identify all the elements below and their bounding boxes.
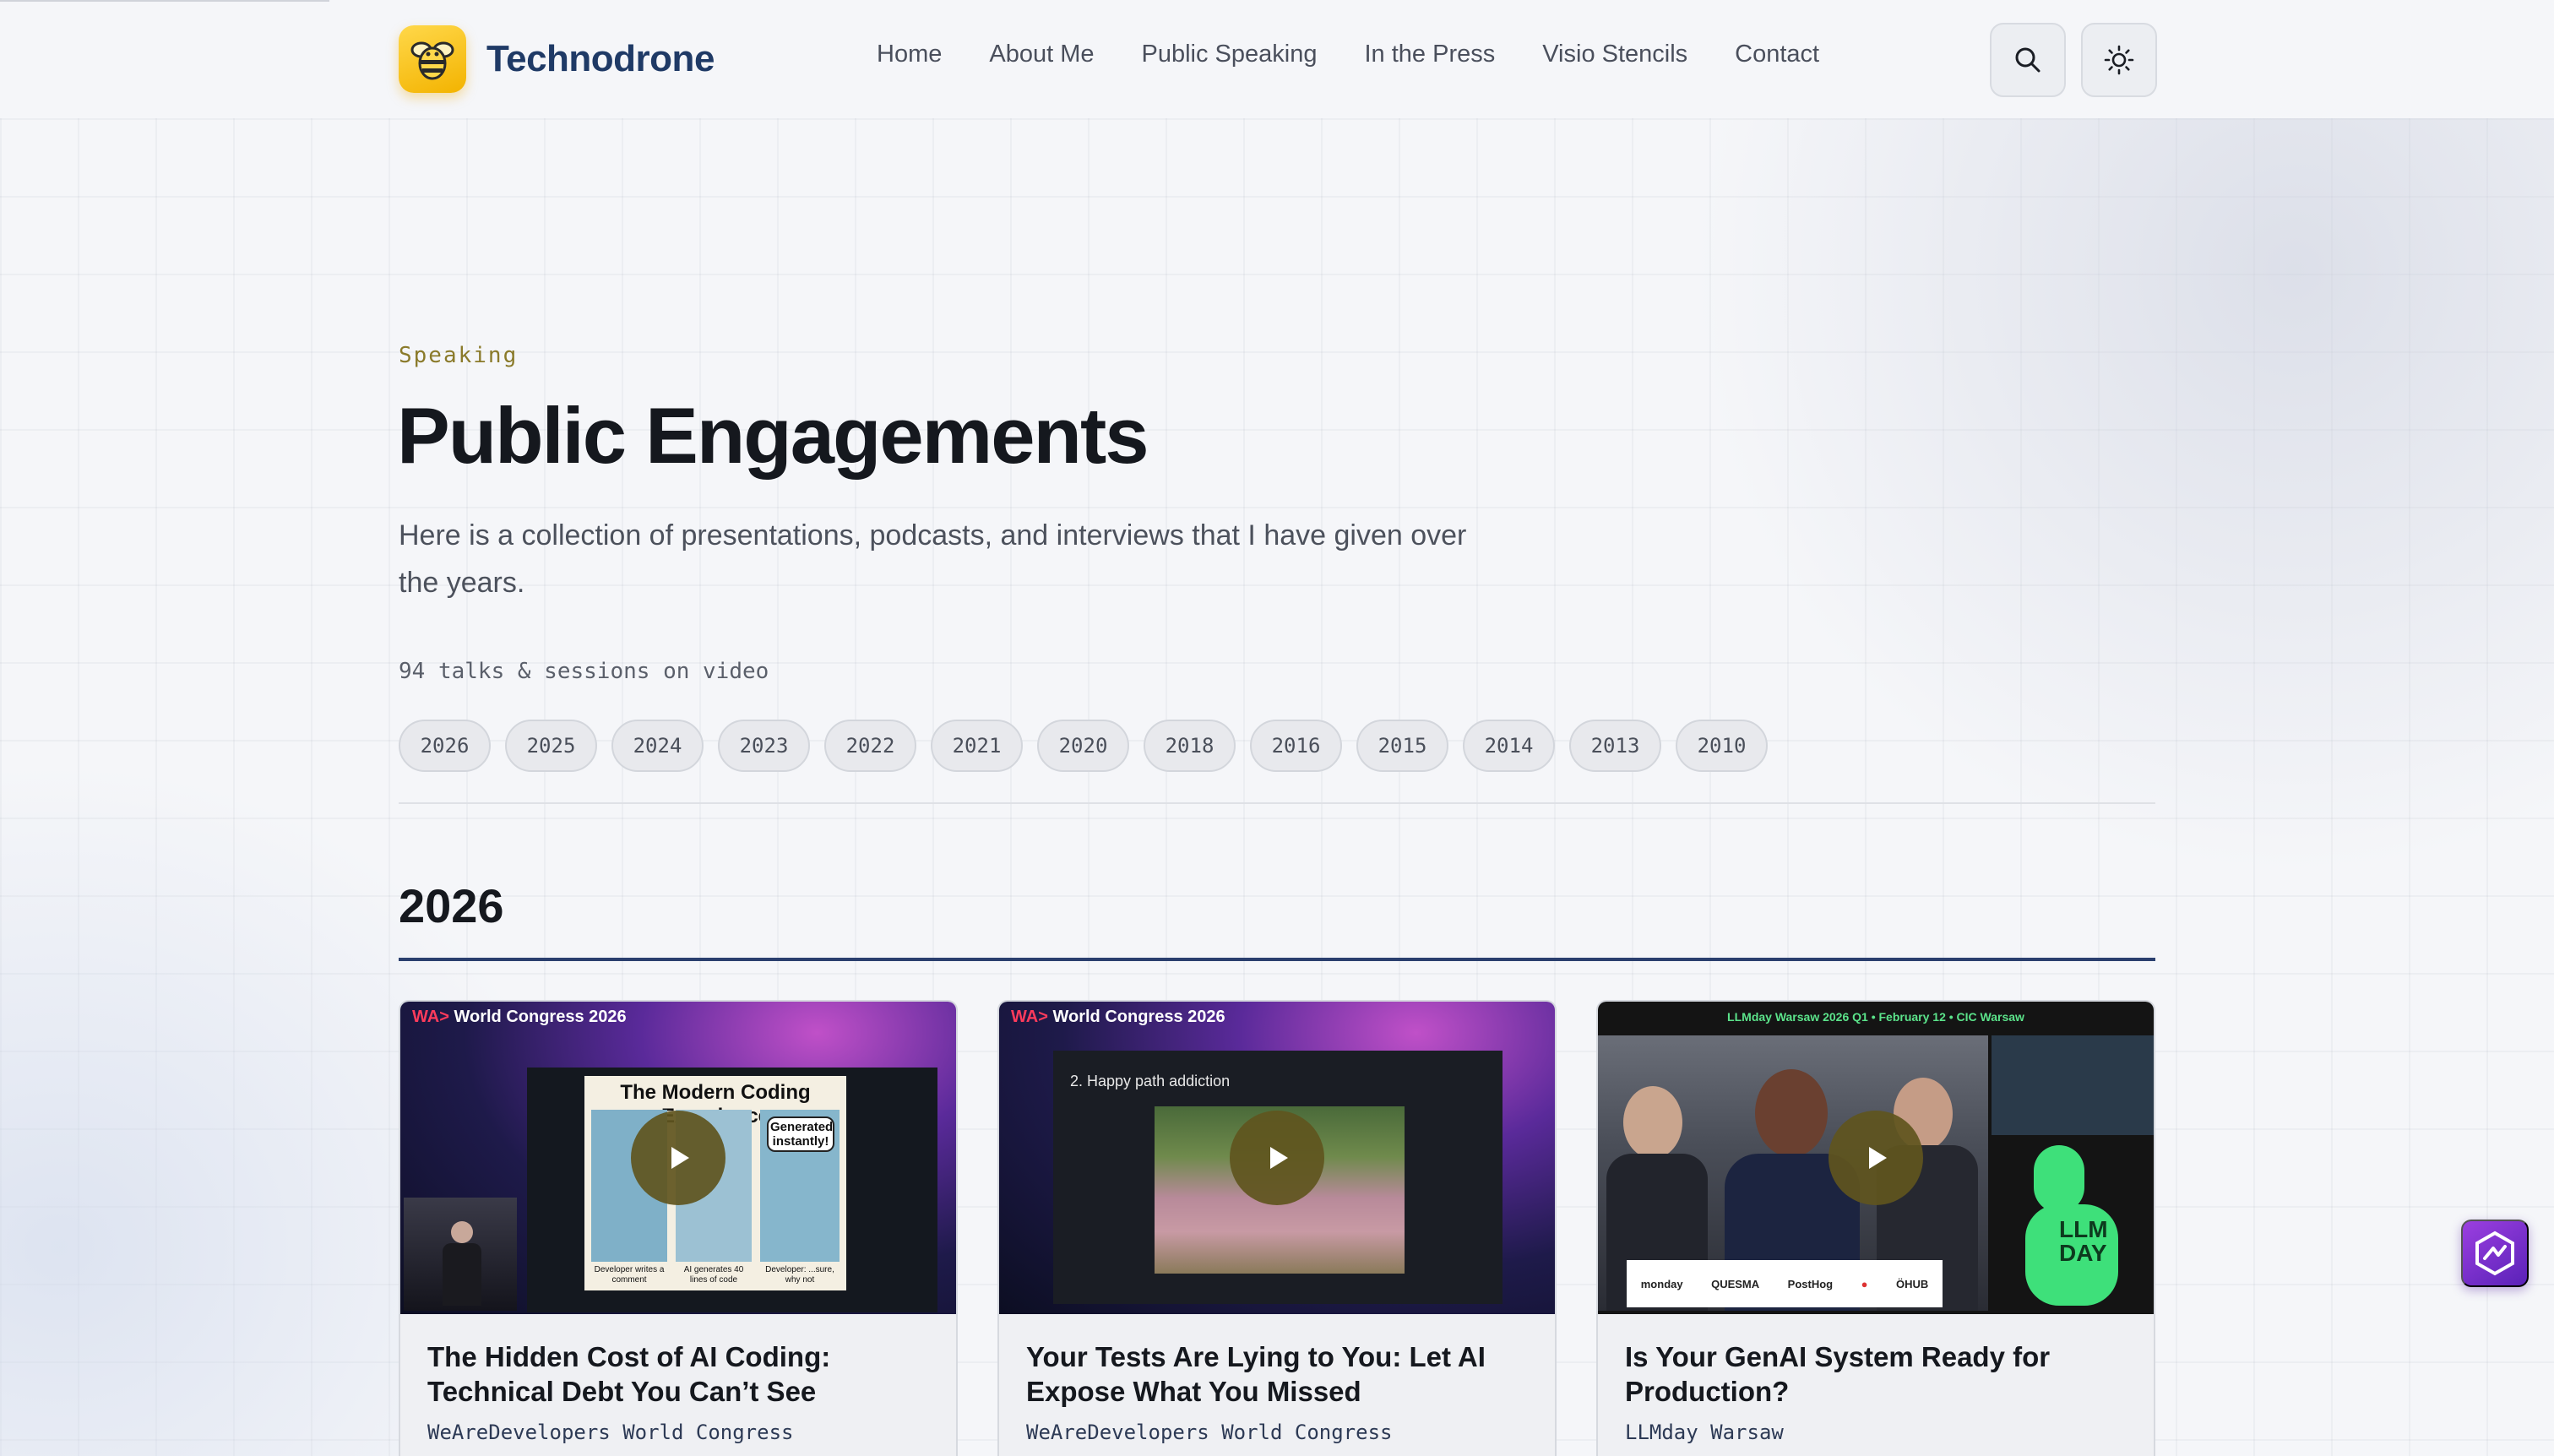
talk-event: WeAreDevelopers World Congress: [427, 1421, 794, 1444]
search-icon: [2015, 47, 2040, 73]
play-icon: [671, 1147, 689, 1169]
site-brand[interactable]: Technodrone: [399, 25, 715, 93]
background-glow: [1689, 118, 2554, 878]
search-button[interactable]: [1990, 23, 2066, 97]
hexagon-logo-icon: [2475, 1231, 2514, 1276]
slide: The Modern Coding Experience Generated i…: [527, 1068, 937, 1312]
progress-line: [0, 0, 329, 2]
year-link-2021[interactable]: 2021: [931, 720, 1023, 772]
year-heading: 2026: [399, 879, 504, 932]
event-logo: WA> World Congress 2026: [412, 1008, 627, 1026]
nav-item-about[interactable]: About Me: [989, 41, 1094, 68]
year-link-2026[interactable]: 2026: [399, 720, 491, 772]
sponsor-logo: monday: [1640, 1277, 1683, 1290]
talk-event: WeAreDevelopers World Congress: [1026, 1421, 1393, 1444]
llama-mascot: LLM DAY: [2012, 1145, 2147, 1311]
year-link-2020[interactable]: 2020: [1037, 720, 1129, 772]
page-intro: Here is a collection of presentations, p…: [399, 519, 1467, 599]
year-link-2018[interactable]: 2018: [1144, 720, 1236, 772]
divider: [399, 802, 2155, 804]
year-link-2025[interactable]: 2025: [505, 720, 597, 772]
slide-bubble: Generated instantly!: [767, 1116, 834, 1152]
year-filter: 2026 2025 2024 2023 2022 2021 2020 2018 …: [399, 720, 1768, 772]
talk-event: LLMday Warsaw: [1625, 1421, 1784, 1444]
play-button[interactable]: [631, 1111, 725, 1205]
video-thumbnail[interactable]: LLMday Warsaw 2026 Q1 • February 12 • CI…: [1598, 1002, 2154, 1314]
nav-item-contact[interactable]: Contact: [1735, 41, 1819, 68]
talk-title[interactable]: The Hidden Cost of AI Coding: Technical …: [427, 1339, 934, 1409]
slide-title: 2. Happy path addiction: [1070, 1073, 1231, 1089]
nav-item-public-speaking[interactable]: Public Speaking: [1142, 41, 1318, 68]
talk-card[interactable]: WA> World Congress 2026 2. Happy path ad…: [997, 1000, 1557, 1456]
nav-item-press[interactable]: In the Press: [1364, 41, 1495, 68]
theme-toggle-button[interactable]: [2081, 23, 2157, 97]
play-button[interactable]: [1230, 1111, 1324, 1205]
year-link-2023[interactable]: 2023: [718, 720, 810, 772]
talk-count: 94 talks & sessions on video: [399, 659, 769, 684]
sponsor-logo: ÖHUB: [1895, 1277, 1929, 1290]
year-link-2015[interactable]: 2015: [1356, 720, 1448, 772]
talk-title[interactable]: Is Your GenAI System Ready for Productio…: [1625, 1339, 2132, 1409]
slide-caption: Developer: ...sure, why not: [765, 1265, 834, 1285]
year-link-2016[interactable]: 2016: [1250, 720, 1342, 772]
site-name: Technodrone: [486, 38, 715, 79]
talk-title[interactable]: Your Tests Are Lying to You: Let AI Expo…: [1026, 1339, 1533, 1409]
site-header: Technodrone Home About Me Public Speakin…: [0, 0, 2554, 118]
year-link-2022[interactable]: 2022: [824, 720, 916, 772]
year-link-2014[interactable]: 2014: [1463, 720, 1555, 772]
talk-card[interactable]: LLMday Warsaw 2026 Q1 • February 12 • CI…: [1596, 1000, 2155, 1456]
nav-item-home[interactable]: Home: [877, 41, 942, 68]
year-link-2010[interactable]: 2010: [1676, 720, 1768, 772]
year-link-2013[interactable]: 2013: [1569, 720, 1661, 772]
sun-icon: [2104, 45, 2134, 75]
play-button[interactable]: [1829, 1111, 1923, 1205]
video-thumbnail[interactable]: WA> World Congress 2026 The Modern Codin…: [400, 1002, 956, 1314]
section-eyebrow: Speaking: [399, 343, 519, 368]
sponsor-strip: monday QUESMA PostHog ● ÖHUB: [1627, 1260, 1943, 1307]
event-banner: LLMday Warsaw 2026 Q1 • February 12 • CI…: [1727, 1010, 2024, 1024]
talk-card[interactable]: WA> World Congress 2026 The Modern Codin…: [399, 1000, 958, 1456]
slide-caption: AI generates 40 lines of code: [683, 1265, 744, 1285]
year-link-2024[interactable]: 2024: [611, 720, 704, 772]
bee-icon: [399, 25, 466, 93]
slide-caption: Developer writes a comment: [594, 1265, 665, 1285]
year-heading-rule: [399, 958, 2155, 961]
main-nav: Home About Me Public Speaking In the Pre…: [877, 41, 1819, 68]
video-thumbnail[interactable]: WA> World Congress 2026 2. Happy path ad…: [999, 1002, 1555, 1314]
play-icon: [1869, 1147, 1887, 1169]
speaker-inset: [404, 1198, 517, 1311]
play-icon: [1270, 1147, 1288, 1169]
event-badge: LLM DAY: [2059, 1216, 2108, 1266]
nav-item-visio-stencils[interactable]: Visio Stencils: [1542, 41, 1687, 68]
sponsor-logo: ●: [1861, 1277, 1868, 1290]
sponsor-logo: QUESMA: [1711, 1277, 1760, 1290]
sponsor-logo: PostHog: [1787, 1277, 1834, 1290]
page-title: Public Engagements: [397, 391, 1149, 480]
floating-assistant-button[interactable]: [2461, 1220, 2529, 1287]
event-logo: WA> World Congress 2026: [1011, 1008, 1225, 1026]
